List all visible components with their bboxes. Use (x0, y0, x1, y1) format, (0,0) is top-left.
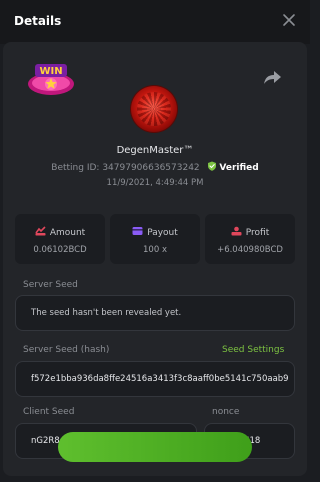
profit-value: +6.040980BCD (217, 245, 283, 255)
avatar (131, 86, 177, 132)
payout-value: 100 x (143, 245, 167, 255)
amount-value: 0.06102BCD (33, 245, 87, 255)
server-hash-label: Server Seed (hash) (23, 345, 110, 355)
server-hash-value: f572e1bba936da8ffe24516a3413f3c8aaff0be5… (31, 374, 289, 384)
modal-title: Details (14, 14, 62, 28)
win-badge-icon: WIN (28, 64, 74, 95)
server-hash-field[interactable]: f572e1bba936da8ffe24516a3413f3c8aaff0be5… (15, 361, 295, 397)
server-seed-value: The seed hasn't been revealed yet. (31, 308, 182, 318)
payout-card: Payout 100 x (110, 214, 200, 264)
profit-card: Profit +6.040980BCD (205, 214, 295, 264)
bet-datetime: 11/9/2021, 4:49:44 PM (106, 178, 204, 188)
nonce-label: nonce (212, 407, 240, 417)
betting-id-value: 34797906636573242 (102, 163, 200, 173)
profit-icon (231, 226, 242, 236)
payout-label: Payout (147, 228, 178, 238)
bet-details-panel: WIN DegenMaster™ Betting ID: 34797906636… (3, 42, 307, 476)
stats-row: Amount 0.06102BCD Payout 100 x Profit +6… (15, 214, 295, 264)
amount-icon (35, 226, 46, 236)
betting-id-row: Betting ID: 34797906636573242 Verified (3, 161, 307, 173)
amount-card: Amount 0.06102BCD (15, 214, 105, 264)
server-seed-label: Server Seed (23, 280, 78, 290)
shield-check-icon (207, 161, 216, 171)
seed-settings-link[interactable]: Seed Settings (222, 345, 284, 355)
payout-icon (132, 227, 143, 235)
profit-label: Profit (245, 228, 270, 238)
modal-header: Details (0, 0, 310, 44)
username: DegenMaster™ (116, 145, 194, 156)
svg-text:WIN: WIN (39, 66, 62, 77)
share-icon[interactable] (263, 68, 283, 86)
server-seed-field[interactable]: The seed hasn't been revealed yet. (15, 295, 295, 331)
close-icon[interactable] (280, 11, 298, 29)
betting-id-label: Betting ID: (51, 163, 100, 173)
amount-label: Amount (49, 228, 86, 238)
verified-label: Verified (219, 163, 259, 173)
action-button[interactable] (58, 432, 252, 462)
client-seed-label: Client Seed (23, 407, 75, 417)
